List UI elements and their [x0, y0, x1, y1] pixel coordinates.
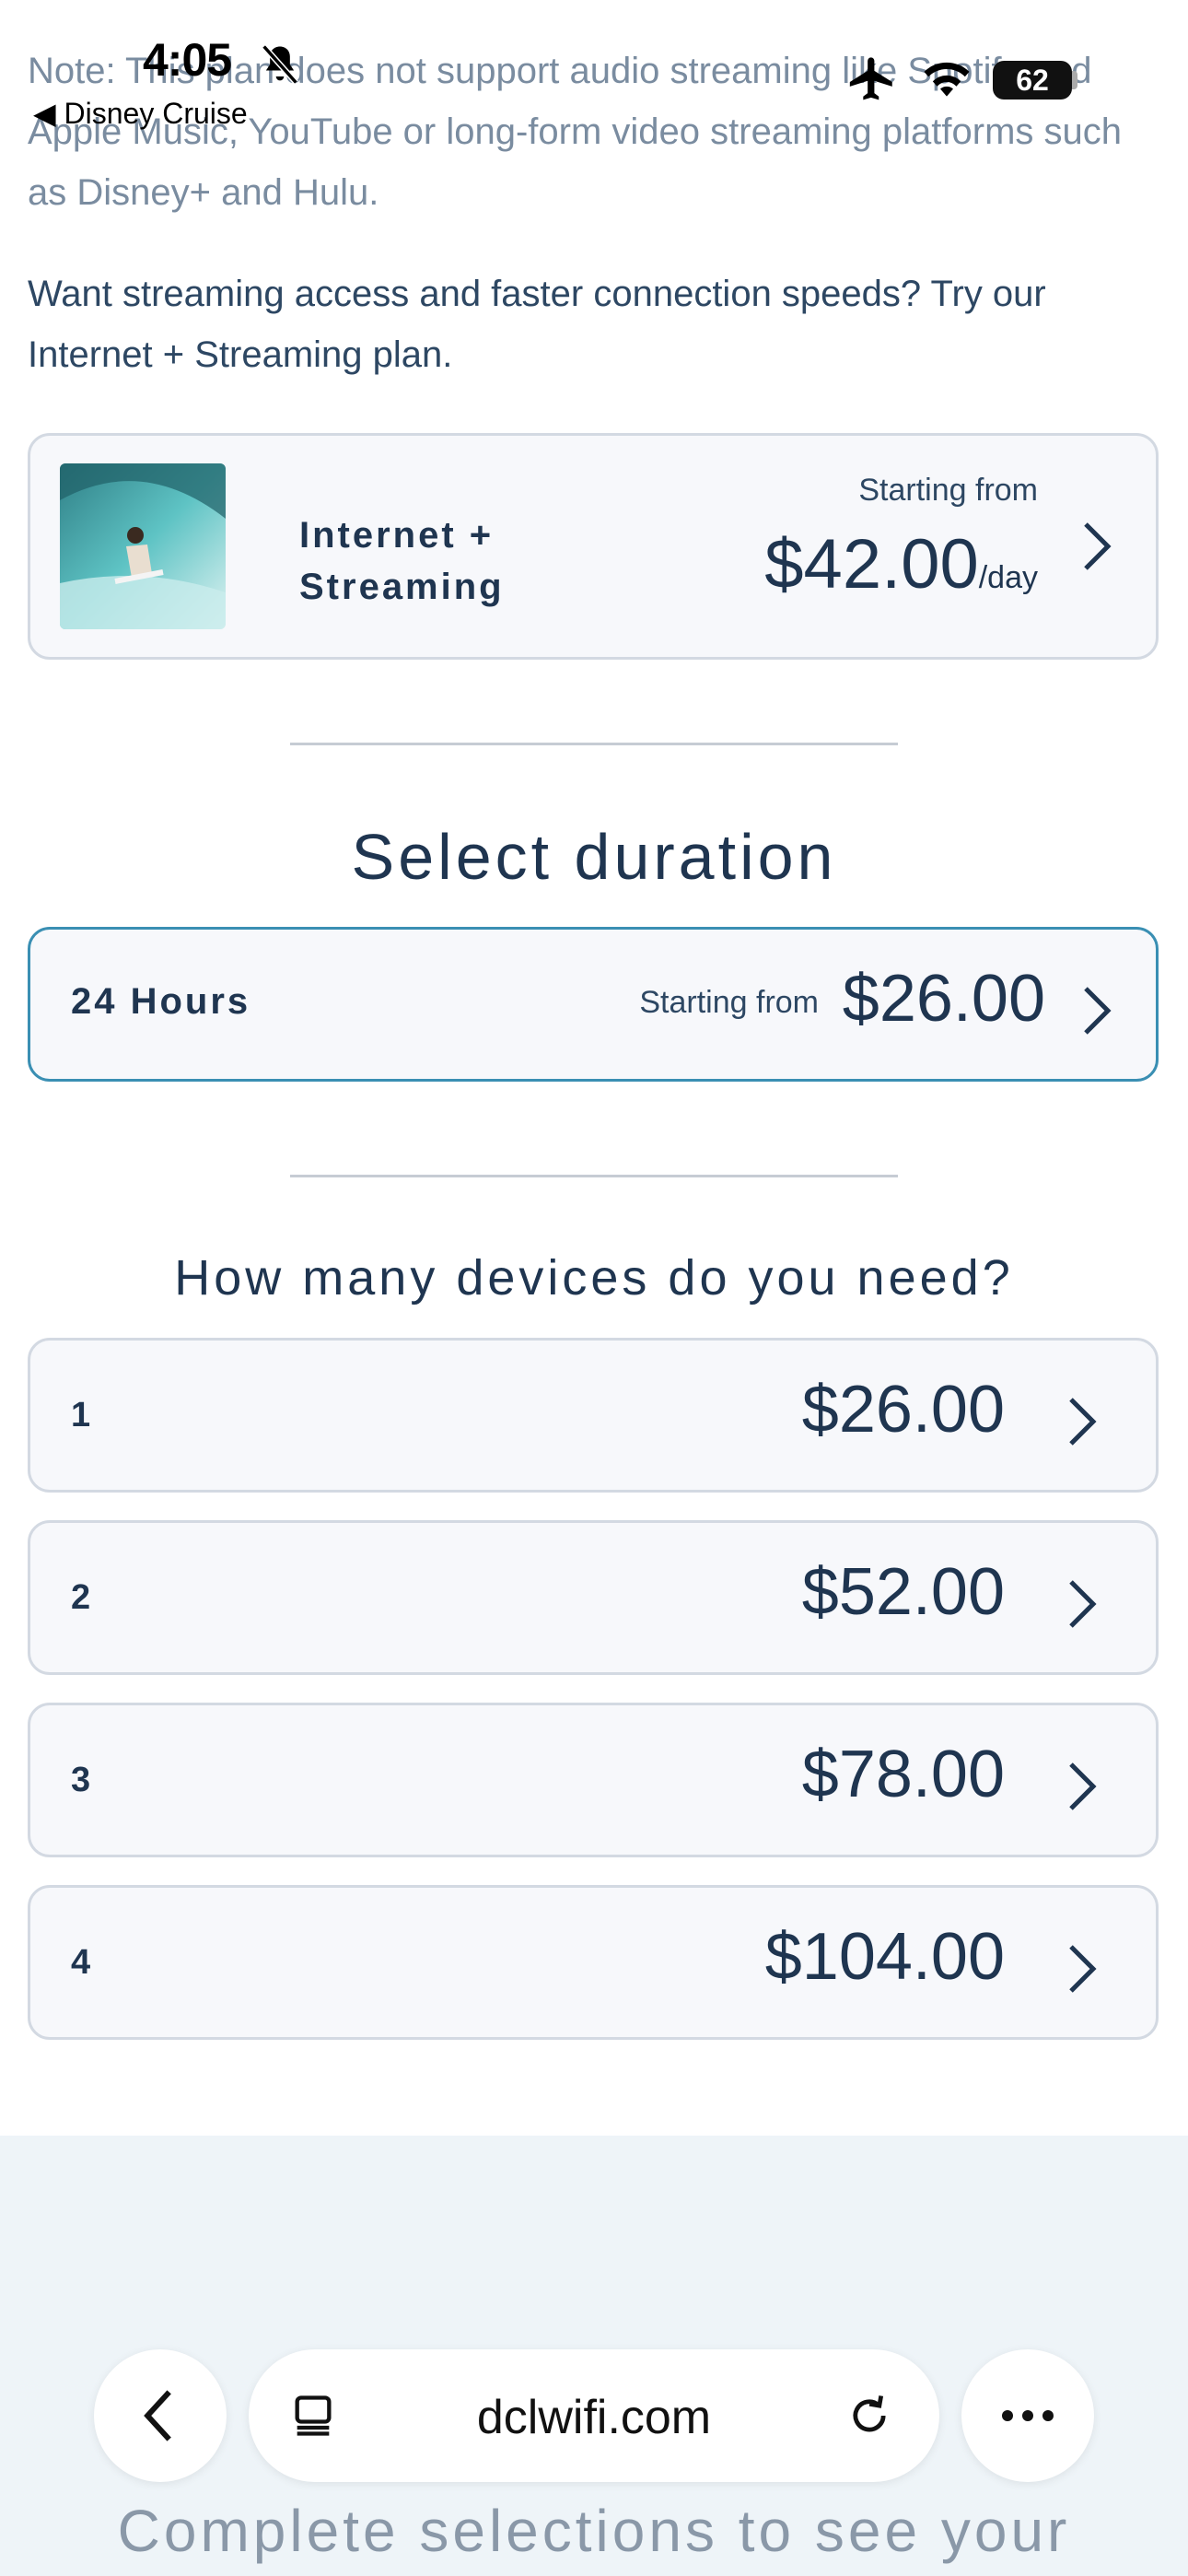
devices-heading: How many devices do you need?: [174, 1250, 1014, 1306]
device-count: 3: [71, 1761, 91, 1799]
divider: [290, 1175, 898, 1177]
battery-tip: [1072, 71, 1077, 89]
browser-back-button[interactable]: [94, 2349, 227, 2482]
battery-indicator: 62: [993, 61, 1072, 100]
plan-name: Internet + Streaming: [299, 515, 505, 607]
complete-selections-text: Complete selections to see your: [117, 2498, 1071, 2564]
device-price: $78.00: [801, 1738, 1005, 1811]
address-bar[interactable]: dclwifi.com: [249, 2349, 939, 2482]
device-price: $52.00: [801, 1555, 1005, 1629]
select-duration-heading: Select duration: [351, 821, 837, 893]
duration-starting-from-label: Starting from: [639, 985, 819, 1020]
duration-option-24-hours[interactable]: 24 Hours Starting from $26.00: [28, 927, 1159, 1082]
plan-starting-from-label: Starting from: [858, 473, 1038, 508]
internet-streaming-plan-card[interactable]: Internet + Streaming Starting from $42.0…: [28, 433, 1159, 660]
status-time: 4:05: [143, 34, 232, 86]
duration-price: $26.00: [842, 962, 1045, 1036]
surfer-image: [60, 463, 226, 629]
more-dots-icon: [1002, 2410, 1054, 2421]
plan-price-unit: /day: [978, 560, 1038, 595]
device-price: $26.00: [801, 1373, 1005, 1446]
wifi-icon: [924, 62, 970, 97]
chevron-right-icon: [1069, 1945, 1097, 1993]
reload-icon[interactable]: [845, 2392, 893, 2440]
plan-price-amount: $42.00: [764, 525, 979, 603]
device-option-3[interactable]: 3 $78.00: [28, 1703, 1159, 1857]
device-price: $104.00: [764, 1920, 1005, 1994]
bell-slash-icon: [262, 44, 298, 85]
chevron-right-icon: [1069, 1762, 1097, 1810]
duration-label: 24 Hours: [71, 981, 251, 1022]
chevron-right-icon: [1069, 1398, 1097, 1446]
device-count: 1: [71, 1396, 91, 1434]
chevron-right-icon: [1084, 987, 1112, 1035]
chevron-right-icon: [1069, 1580, 1097, 1628]
device-option-2[interactable]: 2 $52.00: [28, 1520, 1159, 1675]
chevron-left-icon: [144, 2390, 171, 2441]
url-text: dclwifi.com: [476, 2391, 712, 2444]
device-option-1[interactable]: 1 $26.00: [28, 1338, 1159, 1493]
plan-price: $42.00/day: [764, 524, 1038, 604]
divider: [290, 743, 898, 745]
airplane-icon: [849, 57, 892, 100]
device-option-4[interactable]: 4 $104.00: [28, 1885, 1159, 2040]
status-bar: 4:05 ◀ Disney Cruise 62: [0, 0, 1188, 131]
device-count: 4: [71, 1943, 91, 1982]
back-to-app-link[interactable]: ◀ Disney Cruise: [33, 96, 248, 131]
chevron-right-icon: [1084, 522, 1112, 570]
device-count: 2: [71, 1578, 91, 1617]
more-options-button[interactable]: [961, 2349, 1094, 2482]
upsell-text: Want streaming access and faster connect…: [28, 274, 1046, 375]
